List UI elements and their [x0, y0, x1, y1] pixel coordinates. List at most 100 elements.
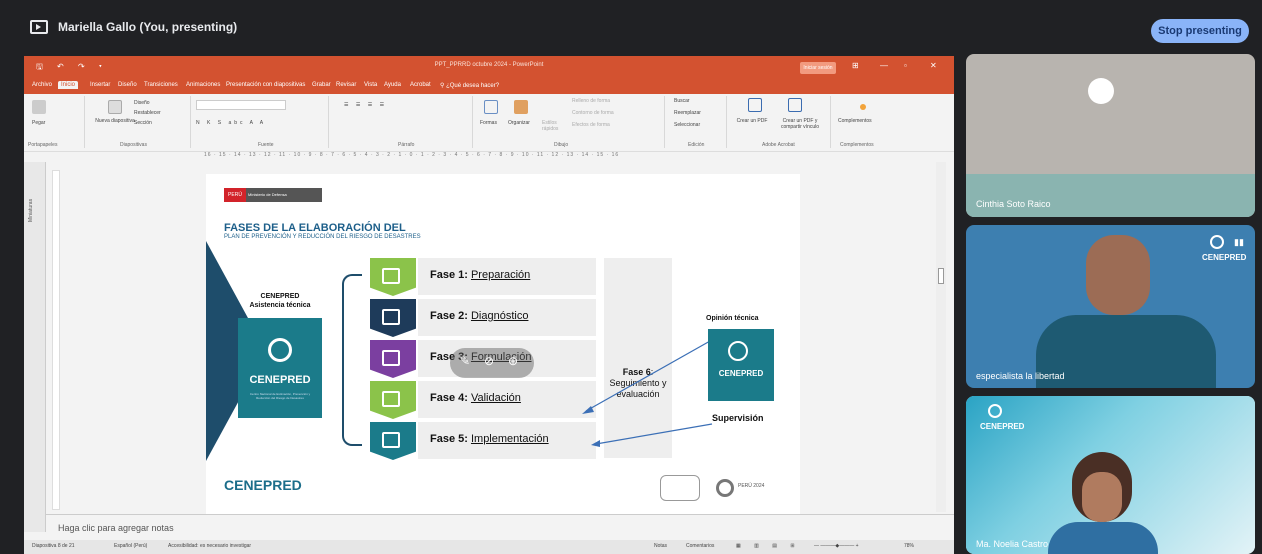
- vertical-scrollbar[interactable]: [936, 162, 946, 512]
- arrow-line: [595, 423, 713, 445]
- shapes-icon[interactable]: [484, 100, 498, 114]
- quick-styles-label[interactable]: Estilos rápidos: [542, 120, 568, 132]
- shapes-label: Formas: [480, 120, 497, 126]
- cenepred-icon: [1210, 235, 1224, 249]
- slide-canvas[interactable]: PERÚ Ministerio de Defensa FASES DE LA E…: [206, 174, 800, 469]
- shape-outline-button[interactable]: Contorno de forma: [572, 110, 614, 116]
- restore-icon[interactable]: ▫: [904, 61, 907, 70]
- scrollbar-thumb[interactable]: [938, 268, 944, 284]
- tab-insertar[interactable]: Insertar: [90, 82, 110, 88]
- ribbon-tabs: Archivo Inicio Insertar Diseño Transicio…: [24, 80, 954, 94]
- participant-tile[interactable]: CENEPRED ▮▮ especialista la libertad: [966, 225, 1255, 388]
- notes-placeholder: Haga clic para agregar notas: [58, 523, 174, 533]
- bicentenario-logo: [660, 475, 700, 501]
- share-pdf-label: Crear un PDF y compartir vínculo: [780, 118, 820, 130]
- stop-presenting-button[interactable]: Stop presenting: [1151, 19, 1249, 43]
- group-parrafo: Párrafo: [398, 142, 415, 148]
- shape-effects-button[interactable]: Efectos de forma: [572, 122, 610, 128]
- person-body: [1048, 522, 1158, 554]
- thumbnails-label: Miniaturas: [28, 198, 34, 222]
- group-acrobat: Adobe Acrobat: [762, 142, 795, 148]
- vertical-ruler: [52, 170, 60, 510]
- zoom-icon[interactable]: ⊕: [508, 354, 518, 368]
- tell-me-search[interactable]: ⚲ ¿Qué desea hacer?: [440, 82, 499, 89]
- group-complementos: Complementos: [840, 142, 874, 148]
- person-head: [1086, 235, 1150, 315]
- share-pdf-icon[interactable]: [788, 98, 802, 112]
- tab-inicio[interactable]: Inicio: [58, 81, 79, 89]
- title-bar: 🖫 ↶ ↷ ▾ PPT_PPRRD octubre 2024 - PowerPo…: [24, 56, 954, 80]
- font-name-box[interactable]: [196, 100, 286, 110]
- signin-button[interactable]: Iniciar sesión: [800, 62, 836, 74]
- paste-label: Pegar: [32, 120, 46, 126]
- tab-ayuda[interactable]: Ayuda: [384, 82, 401, 88]
- minimize-icon[interactable]: —: [880, 61, 888, 70]
- pointer-icon[interactable]: ✎: [460, 354, 470, 368]
- tab-grabar[interactable]: Grabar: [312, 82, 331, 88]
- section-button[interactable]: Sección: [134, 120, 152, 126]
- layout-button[interactable]: Diseño: [134, 100, 150, 106]
- arrow-line: [585, 331, 727, 412]
- view-buttons[interactable]: ▦ ▥ ▤ ⊞: [736, 543, 801, 549]
- font-format-buttons[interactable]: N K S abc A A: [196, 120, 266, 126]
- participant-tile[interactable]: Cinthia Soto Raico: [966, 54, 1255, 217]
- comments-toggle[interactable]: Comentarios: [686, 543, 714, 549]
- horizontal-ruler: 16 · 15 · 14 · 13 · 12 · 11 · 10 · 9 · 8…: [204, 152, 620, 158]
- tab-archivo[interactable]: Archivo: [32, 82, 52, 88]
- ribbon-display-icon[interactable]: ⊞: [852, 61, 859, 70]
- audio-indicator-icon: ▮▮: [1234, 237, 1244, 247]
- find-button[interactable]: Buscar: [674, 98, 690, 104]
- footer-cenepred-logo: CENEPRED: [224, 477, 302, 493]
- zoom-slider[interactable]: — ———◆——— +: [814, 543, 859, 549]
- arrange-label: Organizar: [508, 120, 530, 126]
- group-edicion: Edición: [688, 142, 705, 148]
- pen-off-icon[interactable]: ⊘: [484, 354, 494, 368]
- tab-animaciones[interactable]: Animaciones: [186, 82, 220, 88]
- close-icon[interactable]: ✕: [930, 61, 937, 70]
- wall-area: [966, 174, 1255, 217]
- notes-pane[interactable]: Haga clic para agregar notas: [46, 514, 954, 538]
- ceiling-light: [1088, 78, 1114, 104]
- tab-revisar[interactable]: Revisar: [336, 82, 356, 88]
- tab-vista[interactable]: Vista: [364, 82, 377, 88]
- new-slide-label: Nueva diapositiva: [95, 118, 135, 124]
- accessibility[interactable]: Accesibilidad: es necesario investigar: [168, 543, 251, 549]
- cenepred-logo-small: CENEPRED: [708, 329, 774, 401]
- tab-presentacion[interactable]: Presentación con diapositivas: [226, 82, 305, 88]
- paragraph-buttons[interactable]: ☰ ☰ ☰ ☰: [344, 102, 387, 108]
- reset-button[interactable]: Restablecer: [134, 110, 161, 116]
- zoom-level[interactable]: 78%: [904, 543, 914, 549]
- participant-name: Ma. Noelia Castro: [976, 539, 1049, 549]
- person-face: [1082, 472, 1122, 522]
- divider: [726, 96, 727, 148]
- group-diapositivas: Diapositivas: [120, 142, 147, 148]
- arrange-icon[interactable]: [514, 100, 528, 114]
- ribbon: Pegar Nueva diapositiva Diseño Restablec…: [24, 94, 954, 152]
- participant-name: Cinthia Soto Raico: [976, 199, 1051, 209]
- divider: [472, 96, 473, 148]
- tab-diseno[interactable]: Diseño: [118, 82, 137, 88]
- shape-fill-button[interactable]: Relleno de forma: [572, 98, 610, 104]
- tab-transiciones[interactable]: Transiciones: [144, 82, 178, 88]
- meet-top-bar: Mariella Gallo (You, presenting) Stop pr…: [0, 0, 1262, 56]
- addins-icon[interactable]: [860, 104, 866, 110]
- divider: [664, 96, 665, 148]
- new-slide-icon[interactable]: [108, 100, 122, 114]
- addins-label: Complementos: [838, 118, 872, 124]
- create-pdf-label: Crear un PDF: [736, 118, 768, 124]
- select-button[interactable]: Seleccionar: [674, 122, 700, 128]
- slide-count: Diapositiva 8 de 21: [32, 543, 75, 549]
- participant-tile[interactable]: CENEPRED Ma. Noelia Castro: [966, 396, 1255, 554]
- org-badge: CENEPRED: [1202, 253, 1247, 262]
- notes-toggle[interactable]: Notas: [654, 543, 667, 549]
- peru-2024-label: PERÚ 2024: [738, 483, 765, 489]
- presentation-controls[interactable]: ✎ ⊘ ⊕: [450, 348, 534, 378]
- group-fuente: Fuente: [258, 142, 274, 148]
- replace-button[interactable]: Reemplazar: [674, 110, 701, 116]
- thumbnails-pane[interactable]: Miniaturas: [24, 162, 46, 532]
- language[interactable]: Español (Perú): [114, 543, 147, 549]
- tab-acrobat[interactable]: Acrobat: [410, 82, 431, 88]
- create-pdf-icon[interactable]: [748, 98, 762, 112]
- paste-icon[interactable]: [32, 100, 46, 114]
- present-screen-icon: [30, 20, 48, 34]
